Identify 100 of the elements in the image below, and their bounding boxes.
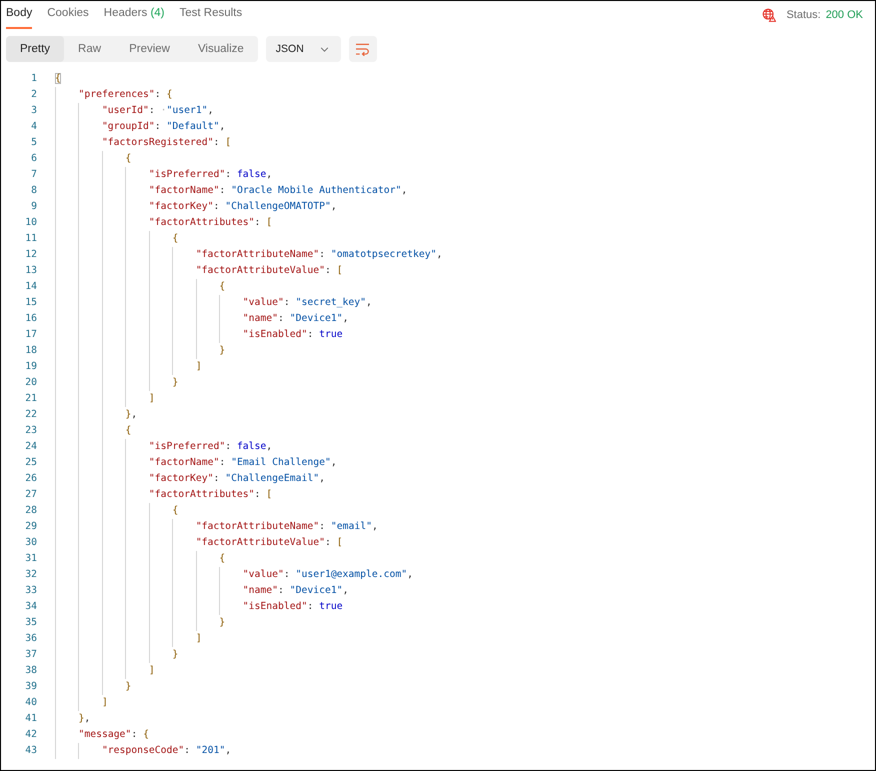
code-line: "factorKey": "ChallengeEmail", <box>148 472 325 486</box>
caret-icon <box>320 46 329 52</box>
view-mode-tab[interactable]: Raw <box>64 36 116 62</box>
code-line: { <box>125 424 132 438</box>
response-tab[interactable]: Cookies <box>47 1 89 29</box>
line-number: 4 <box>30 120 37 134</box>
line-number: 30 <box>24 536 37 550</box>
line-number: 37 <box>24 648 37 662</box>
code-line: { <box>172 232 178 246</box>
line-number: 35 <box>24 616 37 630</box>
line-number: 33 <box>24 584 37 598</box>
code-line: "value": "secret_key", <box>242 296 372 310</box>
code-line: { <box>172 504 178 518</box>
line-number: 7 <box>30 168 37 182</box>
view-mode-tab[interactable]: Visualize <box>184 36 258 62</box>
code-line: } <box>172 376 178 390</box>
line-number: 27 <box>24 488 37 502</box>
line-number: 23 <box>24 424 37 438</box>
line-number: 36 <box>24 632 37 646</box>
view-mode-tab[interactable]: Preview <box>115 36 184 62</box>
line-number: 12 <box>24 248 37 262</box>
code-line: "preferences": { <box>78 88 172 102</box>
code-line: "groupId": "Default", <box>102 120 226 134</box>
line-number: 38 <box>24 664 37 678</box>
code-line: { <box>55 72 61 86</box>
code-line: "userId": ·"user1", <box>102 104 214 118</box>
line-number: 9 <box>30 200 37 214</box>
line-number: 19 <box>24 360 37 374</box>
line-number: 34 <box>24 600 37 614</box>
line-number: 21 <box>24 392 37 406</box>
code-line: "message": { <box>78 728 149 742</box>
line-number: 40 <box>24 696 37 710</box>
line-number: 18 <box>24 344 37 358</box>
line-number: 32 <box>24 568 37 582</box>
code-line: "isEnabled": true <box>242 600 343 614</box>
code-line: "factorAttributeName": "omatotpsecretkey", <box>196 248 442 262</box>
wrap-lines-icon <box>355 42 370 56</box>
line-number: 6 <box>30 152 37 166</box>
line-number: 14 <box>24 280 37 294</box>
code-line: "isPreferred": false, <box>148 440 272 454</box>
code-line: ] <box>148 392 155 406</box>
line-number: 22 <box>24 408 37 422</box>
code-line: ] <box>196 360 202 374</box>
line-number: 25 <box>24 456 37 470</box>
code-line: } <box>219 344 226 358</box>
code-line: }, <box>125 408 138 422</box>
line-number: 28 <box>24 504 37 518</box>
line-number: 11 <box>24 232 37 246</box>
line-number: 24 <box>24 440 37 454</box>
code-line: { <box>125 152 132 166</box>
code-line: ] <box>196 632 202 646</box>
code-line: { <box>219 552 226 566</box>
line-number: 20 <box>24 376 37 390</box>
code-line: { <box>219 280 226 294</box>
line-number: 26 <box>24 472 37 486</box>
code-line: "factorName": "Oracle Mobile Authenticator", <box>148 184 408 198</box>
code-line: "isPreferred": false, <box>148 168 272 182</box>
line-number: 15 <box>24 296 37 310</box>
response-tab[interactable]: Body <box>6 1 32 29</box>
code-line: "factorName": "Email Challenge", <box>148 456 337 470</box>
code-line: ] <box>102 696 108 710</box>
wrap-lines-button[interactable] <box>348 36 377 62</box>
code-line: "factorAttributes": [ <box>148 488 272 502</box>
line-number: 3 <box>30 104 37 118</box>
response-tab[interactable]: Test Results <box>180 1 242 29</box>
response-tab[interactable]: Headers (4) <box>104 1 164 29</box>
status-label: Status: <box>786 9 821 21</box>
line-number: 1 <box>30 72 37 86</box>
code-line: "factorsRegistered": [ <box>102 136 232 150</box>
code-line: "name": "Device1", <box>242 312 348 326</box>
line-number: 5 <box>30 136 37 150</box>
code-line: "factorAttributeValue": [ <box>196 264 343 278</box>
line-number: 31 <box>24 552 37 566</box>
line-number: 29 <box>24 520 37 534</box>
line-number: 10 <box>24 216 37 230</box>
code-line: "factorAttributeValue": [ <box>196 536 343 550</box>
code-line: "factorAttributeName": "email", <box>196 520 378 534</box>
line-number: 17 <box>24 328 37 342</box>
code-line: }, <box>78 712 90 726</box>
line-number: 13 <box>24 264 37 278</box>
code-line: ] <box>148 664 155 678</box>
code-line: "isEnabled": true <box>242 328 343 342</box>
code-line: "value": "user1@example.com", <box>242 568 413 582</box>
view-mode-tab[interactable]: Pretty <box>6 36 64 62</box>
line-number: 2 <box>30 88 37 102</box>
line-number: 43 <box>24 744 37 758</box>
code-line: "factorAttributes": [ <box>148 216 272 230</box>
globe-warning-icon[interactable] <box>762 8 776 22</box>
status-value: 200 OK <box>826 9 863 21</box>
code-line: "factorKey": "ChallengeOMATOTP", <box>148 200 337 214</box>
format-dropdown[interactable]: JSON <box>266 36 341 62</box>
line-number: 41 <box>24 712 37 726</box>
code-line: "name": "Device1", <box>242 584 348 598</box>
line-number: 16 <box>24 312 37 326</box>
line-number: 39 <box>24 680 37 694</box>
code-line: } <box>219 616 226 630</box>
code-line: } <box>125 680 132 694</box>
code-line: } <box>172 648 178 662</box>
line-number: 8 <box>30 184 37 198</box>
code-line: "responseCode": "201", <box>102 744 232 758</box>
